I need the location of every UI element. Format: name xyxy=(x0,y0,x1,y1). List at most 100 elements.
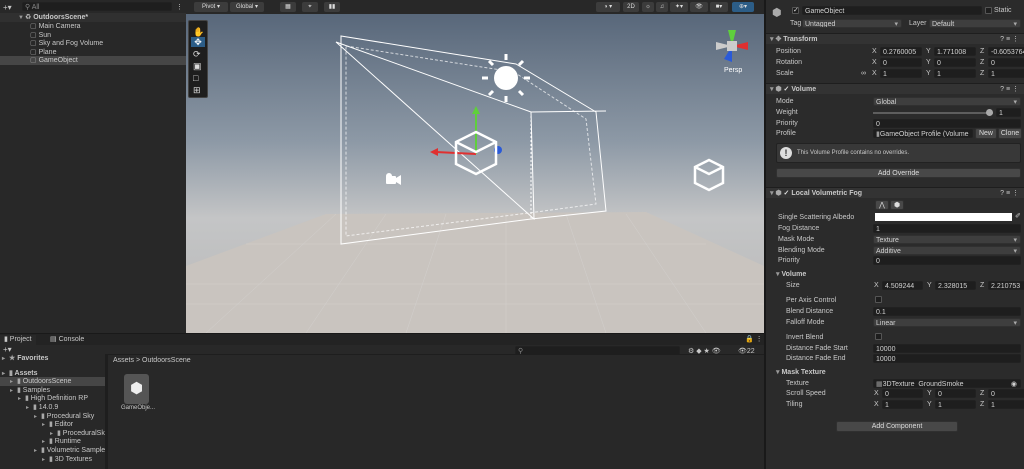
new-profile-button[interactable]: New xyxy=(975,128,997,139)
hierarchy-search-input[interactable]: ⚲ All xyxy=(22,2,172,11)
layer-dropdown[interactable]: Default xyxy=(929,19,1021,28)
mode-dropdown[interactable]: Global xyxy=(873,97,1021,106)
per-axis-checkbox[interactable] xyxy=(875,296,882,303)
breadcrumb-outdoorsscene[interactable]: OutdoorsScene xyxy=(142,357,191,364)
component-menu-icon[interactable]: ? ≡ ⋮ xyxy=(1000,84,1019,95)
link-icon[interactable]: ∞ xyxy=(861,69,866,78)
transform-tool-icon[interactable]: ⊞ xyxy=(193,85,201,96)
axis-z-label[interactable]: Z xyxy=(980,69,984,78)
create-icon[interactable]: +▾ xyxy=(3,345,12,354)
mask-texture-section-header[interactable]: ▾ Mask Texture xyxy=(776,368,826,377)
fog-distance-input[interactable]: 1 xyxy=(873,224,1021,233)
tab-console[interactable]: ▤ Console xyxy=(46,335,88,345)
hidden-objects-icon[interactable]: 👁 xyxy=(690,2,708,12)
rotate-tool-icon[interactable]: ⟳ xyxy=(193,49,201,60)
vector-y-input[interactable]: 2.328015 xyxy=(935,281,976,290)
persp-label[interactable]: Persp xyxy=(724,67,742,74)
axis-x-label[interactable]: X xyxy=(872,58,877,67)
volume-header[interactable]: ▾ ⬢ ✓ Volume? ≡ ⋮ xyxy=(766,83,1024,94)
axis-z-label[interactable]: Z xyxy=(980,400,984,409)
move-tool-icon[interactable]: ✥ xyxy=(191,37,205,47)
tag-dropdown[interactable]: Untagged xyxy=(802,19,902,28)
folder-tree-item[interactable]: ▸ ★ Favorites xyxy=(0,354,105,363)
vector-x-input[interactable]: 0 xyxy=(882,389,923,398)
vector-z-input[interactable]: 0 xyxy=(988,389,1024,398)
axis-z-label[interactable]: Z xyxy=(980,58,984,67)
more-icon[interactable]: ⋮ xyxy=(176,3,183,11)
static-checkbox[interactable] xyxy=(985,7,992,14)
vector-z-input[interactable]: 0 xyxy=(988,58,1024,67)
vector-y-input[interactable]: 1 xyxy=(934,69,976,78)
edit-blend-icon[interactable]: ⬢ xyxy=(890,200,904,210)
scale-tool-icon[interactable]: ▣ xyxy=(193,61,202,72)
axis-x-label[interactable]: X xyxy=(874,400,879,409)
grid-icon[interactable]: ▦ xyxy=(280,2,296,12)
invert-blend-checkbox[interactable] xyxy=(875,333,882,340)
axis-z-label[interactable]: Z xyxy=(980,281,984,290)
vector-x-input[interactable]: 1 xyxy=(880,69,922,78)
effects-icon[interactable]: ✦▾ xyxy=(670,2,688,12)
falloff-mode-dropdown[interactable]: Linear xyxy=(873,318,1021,327)
vector-z-input[interactable]: 1 xyxy=(988,400,1024,409)
axis-y-label[interactable]: Y xyxy=(926,58,931,67)
mask-mode-dropdown[interactable]: Texture xyxy=(873,235,1021,244)
axis-y-label[interactable]: Y xyxy=(927,400,932,409)
volume-section-header[interactable]: ▾ Volume xyxy=(776,270,806,279)
breadcrumb-assets[interactable]: Assets xyxy=(113,357,134,364)
vector-y-input[interactable]: 0 xyxy=(934,58,976,67)
add-component-button[interactable]: Add Component xyxy=(836,421,958,432)
fog-header[interactable]: ▾ ⬢ ✓ Local Volumetric Fog? ≡ ⋮ xyxy=(766,187,1024,198)
lighting-icon[interactable]: ☼ xyxy=(642,2,654,12)
axis-x-label[interactable]: X xyxy=(872,47,877,56)
shading-mode-button[interactable]: ◑ ▾ xyxy=(596,2,620,12)
asset-item[interactable]: ⬢ GameObje... xyxy=(121,374,155,413)
axis-z-label[interactable]: Z xyxy=(980,389,984,398)
scene-view[interactable]: Pivot ▾ Global ▾ ▦ ⌖ ▮▮ ◑ ▾ 2D ☼ ♫ ✦▾ 👁 … xyxy=(186,0,764,333)
weight-slider[interactable] xyxy=(873,109,993,116)
volume-enabled-check[interactable]: ✓ xyxy=(784,86,790,93)
rect-tool-icon[interactable]: □ xyxy=(193,73,198,83)
axis-x-label[interactable]: X xyxy=(874,389,879,398)
scene-row[interactable]: ▼♻ OutdoorsScene* xyxy=(0,13,186,22)
blending-mode-dropdown[interactable]: Additive xyxy=(873,246,1021,255)
axis-y-label[interactable]: Y xyxy=(927,281,932,290)
folder-tree-item[interactable]: ▸ ▮ 3D Textures xyxy=(0,455,105,464)
edit-shape-icon[interactable]: ⋀ xyxy=(875,200,889,210)
blend-distance-input[interactable]: 0.1 xyxy=(873,307,1021,316)
pivot-button[interactable]: Pivot ▾ xyxy=(194,2,228,12)
weight-input[interactable]: 1 xyxy=(996,108,1021,117)
transform-header[interactable]: ▾ ✥ Transform? ≡ ⋮ xyxy=(766,33,1024,44)
snap-icon[interactable]: ⌖ xyxy=(302,2,318,12)
fade-start-input[interactable]: 10000 xyxy=(873,344,1021,353)
vector-y-input[interactable]: 1.771008 xyxy=(934,47,976,56)
lock-icon[interactable]: 🔒 ⋮ xyxy=(745,335,763,343)
clone-profile-button[interactable]: Clone xyxy=(998,128,1022,139)
global-button[interactable]: Global ▾ xyxy=(230,2,264,12)
camera-settings-icon[interactable]: ■▾ xyxy=(710,2,728,12)
vector-z-input[interactable]: -0.6053764 xyxy=(988,47,1024,56)
axis-y-label[interactable]: Y xyxy=(927,389,932,398)
vector-y-input[interactable]: 1 xyxy=(935,400,976,409)
priority-input[interactable]: 0 xyxy=(873,119,1021,128)
active-checkbox[interactable]: ✓ xyxy=(792,7,799,14)
hierarchy-item[interactable]: ▢ GameObject xyxy=(0,56,186,66)
component-menu-icon[interactable]: ? ≡ ⋮ xyxy=(1000,188,1019,199)
texture-field[interactable]: ▦3DTexture_GroundSmoke ◉ xyxy=(873,379,1021,388)
expand-arrow-icon[interactable]: ▸ xyxy=(42,456,49,465)
gizmos-button[interactable]: ⊕▾ xyxy=(732,2,754,12)
axis-y-label[interactable]: Y xyxy=(926,47,931,56)
component-menu-icon[interactable]: ? ≡ ⋮ xyxy=(1000,34,1019,45)
axis-x-label[interactable]: X xyxy=(874,281,879,290)
profile-field[interactable]: ▮GameObject Profile (Volume xyxy=(873,129,973,138)
viewport[interactable]: ✋ ✥ ⟳ ▣ □ ⊞ Persp xyxy=(186,14,764,333)
orientation-gizmo[interactable] xyxy=(712,26,752,66)
vector-z-input[interactable]: 2.210753 xyxy=(988,281,1024,290)
expand-arrow-icon[interactable]: ▸ xyxy=(2,355,9,364)
axis-z-label[interactable]: Z xyxy=(980,47,984,56)
increment-icon[interactable]: ▮▮ xyxy=(324,2,340,12)
axis-x-label[interactable]: X xyxy=(872,69,877,78)
vector-x-input[interactable]: 0.2760005 xyxy=(880,47,922,56)
vector-x-input[interactable]: 4.509244 xyxy=(882,281,923,290)
fog-priority-input[interactable]: 0 xyxy=(873,256,1021,265)
axis-y-label[interactable]: Y xyxy=(926,69,931,78)
